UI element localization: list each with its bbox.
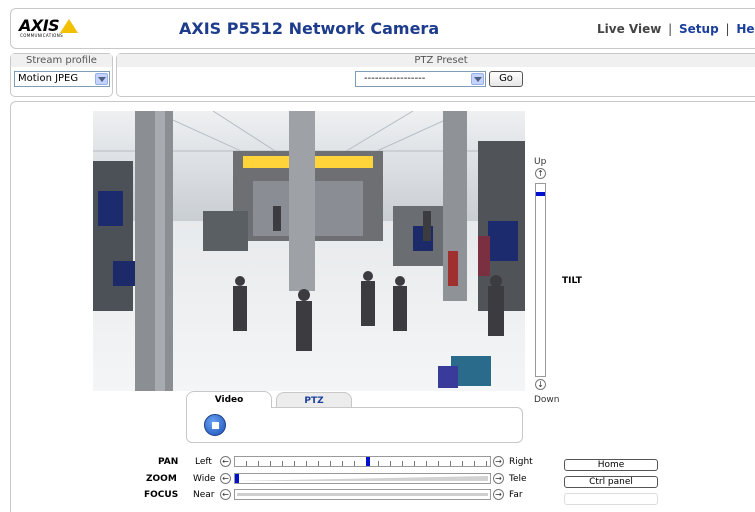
zoom-slider-thumb[interactable] (235, 474, 239, 483)
tilt-label: TILT (562, 276, 582, 286)
ptz-preset-value: ----------------- (364, 73, 426, 84)
ctrl-panel-button[interactable]: Ctrl panel (564, 476, 658, 488)
stream-profile-label: Stream profile (11, 54, 112, 67)
nav-help[interactable]: Help (736, 22, 755, 36)
tilt-slider-thumb[interactable] (536, 192, 545, 196)
ptz-preset-label: PTZ Preset (117, 54, 755, 67)
pan-slider[interactable] (234, 456, 491, 467)
nav-separator: | (668, 22, 673, 36)
tilt-down-label: Down (534, 395, 560, 405)
chevron-down-icon[interactable] (471, 73, 484, 85)
ptz-preset-panel: PTZ Preset ----------------- Go (116, 53, 755, 97)
zoom-wedge (237, 476, 488, 481)
tab-video[interactable]: Video (186, 391, 272, 408)
focus-bar (237, 493, 488, 496)
nav-separator: | (725, 22, 730, 36)
pan-label: PAN (158, 457, 179, 467)
arrow-down-icon[interactable]: ↓ (535, 379, 546, 390)
zoom-wide-label: Wide (193, 474, 216, 484)
camera-video-view[interactable] (93, 111, 525, 391)
stream-profile-select[interactable]: Motion JPEG (14, 71, 110, 87)
tilt-up-label: Up (534, 157, 547, 167)
arrow-right-icon[interactable]: → (493, 473, 504, 484)
top-nav: Live View | Setup | Help (597, 22, 755, 36)
stop-stream-button[interactable] (204, 414, 226, 436)
arrow-left-icon[interactable]: ← (220, 489, 231, 500)
arrow-right-icon[interactable]: → (493, 456, 504, 467)
axis-logo[interactable]: AXIS COMMUNICATIONS (19, 16, 85, 40)
zoom-tele-label: Tele (509, 474, 527, 484)
arrow-left-icon[interactable]: ← (220, 456, 231, 467)
zoom-slider[interactable] (234, 473, 491, 484)
focus-near-label: Near (193, 490, 215, 500)
pan-right-label: Right (509, 457, 533, 467)
pan-left-label: Left (195, 457, 212, 467)
arrow-left-icon[interactable]: ← (220, 473, 231, 484)
stream-profile-panel: Stream profile Motion JPEG (10, 53, 113, 97)
focus-far-label: Far (509, 490, 523, 500)
tilt-slider[interactable] (535, 183, 546, 377)
pan-tick-marks (235, 461, 490, 466)
page-title: AXIS P5512 Network Camera (179, 19, 440, 38)
go-button[interactable]: Go (489, 71, 523, 87)
ptz-preset-select[interactable]: ----------------- (355, 71, 486, 87)
zoom-label: ZOOM (146, 474, 177, 484)
video-tab-panel (186, 407, 523, 443)
logo-subtext: COMMUNICATIONS (20, 33, 64, 38)
arrow-up-icon[interactable]: ↑ (535, 168, 546, 179)
arrow-right-icon[interactable]: → (493, 489, 504, 500)
logo-triangle-icon (60, 19, 78, 33)
pan-slider-thumb[interactable] (366, 457, 370, 466)
chevron-down-icon[interactable] (95, 73, 108, 85)
focus-label: FOCUS (144, 490, 179, 500)
nav-setup[interactable]: Setup (679, 22, 719, 36)
empty-button (564, 493, 658, 505)
nav-live-view[interactable]: Live View (597, 22, 661, 36)
focus-slider[interactable] (234, 489, 491, 500)
header-bar: AXIS COMMUNICATIONS AXIS P5512 Network C… (10, 8, 755, 49)
stream-profile-value: Motion JPEG (18, 73, 79, 84)
home-button[interactable]: Home (564, 459, 658, 471)
